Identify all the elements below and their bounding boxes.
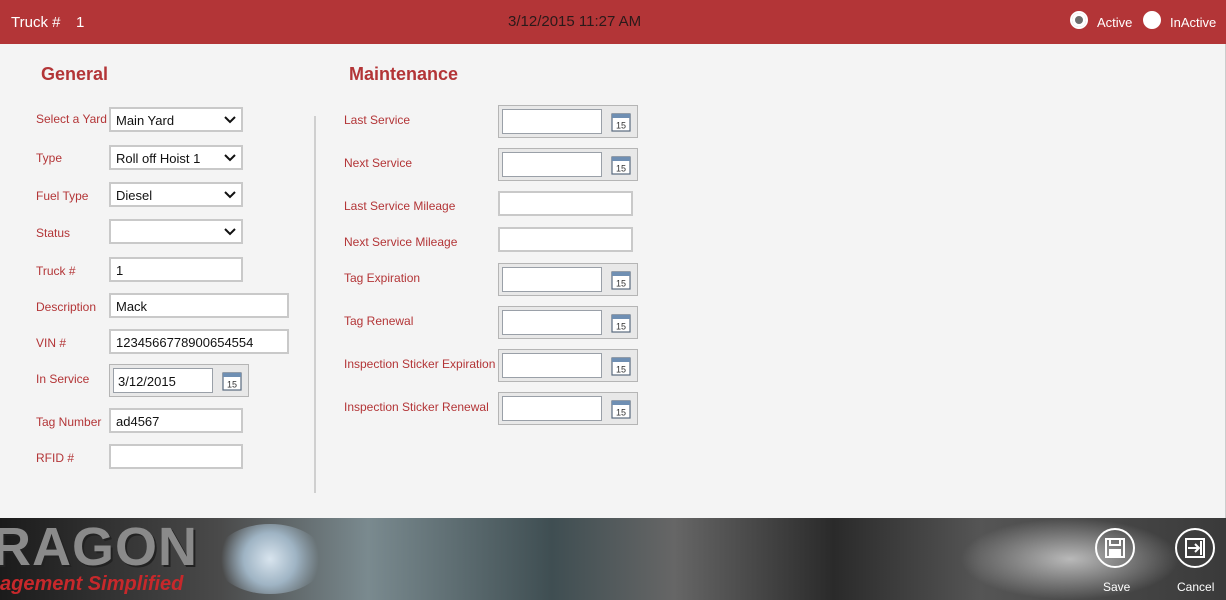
save-button[interactable]: Save <box>1103 580 1130 594</box>
type-label: Type <box>36 151 63 165</box>
svg-text:15: 15 <box>227 380 237 390</box>
description-label: Description <box>36 300 97 314</box>
inspection-expiration-date-picker[interactable]: 15 <box>498 349 638 382</box>
last-service-date-picker[interactable]: 15 <box>498 105 638 138</box>
yard-select-value: Main Yard <box>116 113 175 128</box>
type-select-value: Roll off Hoist 1 <box>116 151 201 166</box>
tag-renewal-label: Tag Renewal <box>344 314 414 328</box>
current-datetime: 3/12/2015 11:27 AM <box>508 13 642 30</box>
next-service-label: Next Service <box>344 156 413 170</box>
general-section-title: General <box>41 64 109 84</box>
status-select[interactable] <box>109 219 243 244</box>
background-art <box>215 524 325 594</box>
truck-number: 1 <box>76 14 85 31</box>
chevron-down-icon <box>224 154 236 162</box>
in-service-date-picker[interactable]: 3/12/2015 15 <box>109 364 249 397</box>
tag-renewal-date-picker[interactable]: 15 <box>498 306 638 339</box>
vin-label: VIN # <box>36 336 67 350</box>
cancel-button[interactable]: Cancel <box>1177 580 1214 594</box>
truck-no-label: Truck # <box>36 264 76 278</box>
svg-text:15: 15 <box>616 365 626 375</box>
svg-text:15: 15 <box>616 121 626 131</box>
description-input[interactable]: Mack <box>109 293 289 318</box>
active-radio-label: Active <box>1097 15 1133 30</box>
active-radio[interactable] <box>1070 11 1088 29</box>
chevron-down-icon <box>224 191 236 199</box>
next-service-mileage-label: Next Service Mileage <box>344 235 458 249</box>
inactive-radio[interactable] <box>1143 11 1161 29</box>
calendar-icon[interactable]: 15 <box>611 112 631 132</box>
fuel-type-label: Fuel Type <box>36 189 89 203</box>
truck-label: Truck # <box>11 14 61 31</box>
save-icon[interactable] <box>1094 527 1136 569</box>
calendar-icon[interactable]: 15 <box>611 313 631 333</box>
svg-text:15: 15 <box>616 322 626 332</box>
svg-text:15: 15 <box>616 279 626 289</box>
next-service-date-picker[interactable]: 15 <box>498 148 638 181</box>
inspection-expiration-label: Inspection Sticker Expiration <box>344 357 496 371</box>
in-service-date-input[interactable]: 3/12/2015 <box>113 368 213 393</box>
yard-label: Select a Yard <box>36 112 107 126</box>
svg-text:15: 15 <box>616 164 626 174</box>
inspection-renewal-label: Inspection Sticker Renewal <box>344 400 489 414</box>
title-bar: Truck # 1 3/12/2015 11:27 AM Active InAc… <box>0 0 1226 44</box>
tag-renewal-date-input[interactable] <box>502 310 602 335</box>
rfid-input[interactable] <box>109 444 243 469</box>
next-service-date-input[interactable] <box>502 152 602 177</box>
section-divider <box>314 116 316 493</box>
fuel-type-select-value: Diesel <box>116 188 153 203</box>
app-bar: RAGON agement Simplified Save Cancel <box>0 518 1226 600</box>
rfid-label: RFID # <box>36 451 75 465</box>
chevron-down-icon <box>224 228 236 236</box>
inspection-expiration-date-input[interactable] <box>502 353 602 378</box>
tag-expiration-date-input[interactable] <box>502 267 602 292</box>
tag-expiration-label: Tag Expiration <box>344 271 421 285</box>
truck-no-input[interactable]: 1 <box>109 257 243 282</box>
brand-logo-text: RAGON <box>0 518 198 577</box>
calendar-icon[interactable]: 15 <box>611 270 631 290</box>
type-select[interactable]: Roll off Hoist 1 <box>109 145 243 170</box>
yard-select[interactable]: Main Yard <box>109 107 243 132</box>
calendar-icon[interactable]: 15 <box>611 399 631 419</box>
background-smoke <box>960 518 1180 600</box>
tag-number-input[interactable]: ad4567 <box>109 408 243 433</box>
status-label: Status <box>36 226 71 240</box>
exit-icon[interactable] <box>1174 527 1216 569</box>
last-service-mileage-label: Last Service Mileage <box>344 199 456 213</box>
chevron-down-icon <box>224 116 236 124</box>
brand-tagline: agement Simplified <box>0 573 184 595</box>
last-service-label: Last Service <box>344 113 411 127</box>
next-service-mileage-input[interactable] <box>498 227 633 252</box>
inspection-renewal-date-input[interactable] <box>502 396 602 421</box>
tag-expiration-date-picker[interactable]: 15 <box>498 263 638 296</box>
maintenance-section-title: Maintenance <box>349 64 459 84</box>
calendar-icon[interactable]: 15 <box>611 155 631 175</box>
vin-input[interactable]: 1234566778900654554 <box>109 329 289 354</box>
tag-number-label: Tag Number <box>36 415 102 429</box>
last-service-date-input[interactable] <box>502 109 602 134</box>
fuel-type-select[interactable]: Diesel <box>109 182 243 207</box>
in-service-label: In Service <box>36 372 90 386</box>
last-service-mileage-input[interactable] <box>498 191 633 216</box>
svg-text:15: 15 <box>616 408 626 418</box>
calendar-icon[interactable]: 15 <box>222 371 242 391</box>
inactive-radio-label: InActive <box>1170 15 1217 30</box>
calendar-icon[interactable]: 15 <box>611 356 631 376</box>
inspection-renewal-date-picker[interactable]: 15 <box>498 392 638 425</box>
